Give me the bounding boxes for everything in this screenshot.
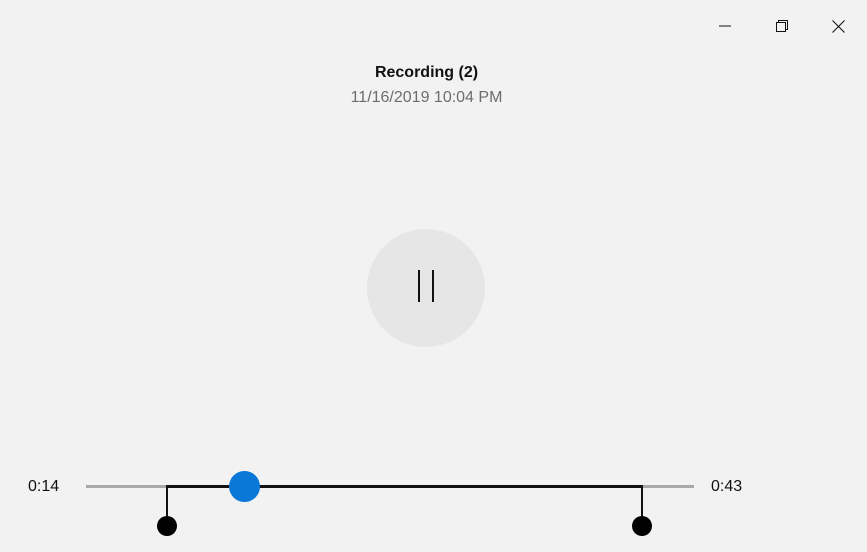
end-time: 0:43 bbox=[711, 478, 743, 495]
recording-datetime: 11/16/2019 10:04 PM bbox=[350, 89, 503, 106]
caption-buttons bbox=[696, 0, 867, 52]
minimize-icon bbox=[718, 20, 731, 32]
close-icon bbox=[832, 19, 845, 33]
seek-thumb[interactable] bbox=[229, 471, 261, 502]
minimize-button[interactable] bbox=[696, 0, 753, 52]
pause-icon bbox=[416, 269, 436, 308]
trim-start-knob[interactable] bbox=[157, 516, 178, 536]
pause-button[interactable] bbox=[367, 229, 485, 347]
trim-end-handle[interactable] bbox=[632, 485, 653, 536]
close-button[interactable] bbox=[810, 0, 867, 52]
restore-icon bbox=[775, 20, 788, 32]
trim-start-handle[interactable] bbox=[157, 485, 178, 536]
recording-title: Recording (2) bbox=[374, 64, 479, 81]
restore-button[interactable] bbox=[753, 0, 810, 52]
current-time: 0:14 bbox=[28, 478, 60, 495]
trim-end-knob[interactable] bbox=[632, 516, 653, 536]
voice-recorder-window: Recording (2) 11/16/2019 10:04 PM 0:14 0… bbox=[0, 0, 867, 552]
